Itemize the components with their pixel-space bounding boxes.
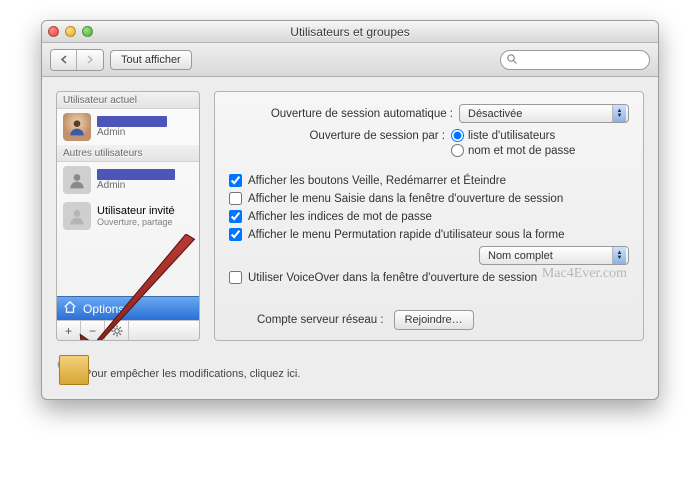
guest-user-sub: Ouverture, partage: [97, 217, 193, 227]
net-server-row: Compte serveur réseau : Rejoindre…: [229, 310, 629, 330]
toolbar: Tout afficher: [42, 43, 658, 77]
search-field-wrap: [500, 50, 650, 70]
chk-fastswitch[interactable]: [229, 228, 242, 241]
lock-bar[interactable]: Pour empêcher les modifications, cliquez…: [42, 355, 658, 399]
join-button[interactable]: Rejoindre…: [394, 310, 474, 330]
chk-sleep[interactable]: [229, 174, 242, 187]
auto-login-row: Ouverture de session automatique : Désac…: [229, 104, 629, 123]
other-user-name-redacted: [97, 169, 175, 180]
fastswitch-select[interactable]: Nom complet ▲▼: [479, 246, 629, 265]
current-user-row[interactable]: Admin: [57, 109, 199, 145]
net-server-label: Compte serveur réseau :: [257, 314, 384, 326]
chk-fastswitch-row[interactable]: Afficher le menu Permutation rapide d'ut…: [229, 228, 629, 241]
login-by-label: Ouverture de session par :: [229, 129, 445, 142]
current-user-role: Admin: [97, 127, 193, 138]
section-other-users: Autres utilisateurs: [57, 145, 199, 162]
chevron-left-icon: [60, 55, 68, 64]
chk-input[interactable]: [229, 192, 242, 205]
avatar: [63, 202, 91, 230]
current-user-name-redacted: [97, 116, 167, 127]
chevron-updown-icon: ▲▼: [612, 247, 626, 264]
user-sidebar: Utilisateur actuel Admin Autres utilisat…: [56, 91, 200, 341]
fastswitch-value: Nom complet: [488, 250, 553, 262]
auto-login-select[interactable]: Désactivée ▲▼: [459, 104, 629, 123]
search-input[interactable]: [500, 50, 650, 70]
chevron-right-icon: [86, 55, 94, 64]
radio-name-pw-input[interactable]: [451, 144, 464, 157]
radio-name-pw[interactable]: nom et mot de passe: [451, 144, 629, 157]
other-user-row[interactable]: Admin: [57, 162, 199, 198]
chk-sleep-row[interactable]: Afficher les boutons Veille, Redémarrer …: [229, 174, 629, 187]
other-user-role: Admin: [97, 180, 193, 191]
chk-hints-row[interactable]: Afficher les indices de mot de passe: [229, 210, 629, 223]
options-panel: Ouverture de session automatique : Désac…: [214, 91, 644, 341]
guest-user-name: Utilisateur invité: [97, 205, 193, 217]
titlebar: Utilisateurs et groupes: [42, 21, 658, 43]
chk-input-row[interactable]: Afficher le menu Saisie dans la fenêtre …: [229, 192, 629, 205]
auto-login-value: Désactivée: [468, 108, 522, 120]
zoom-icon[interactable]: [82, 26, 93, 37]
show-all-button[interactable]: Tout afficher: [110, 50, 192, 70]
radio-user-list[interactable]: liste d'utilisateurs: [451, 129, 629, 142]
arrow-annotation-area: [57, 234, 199, 296]
body: Utilisateur actuel Admin Autres utilisat…: [42, 77, 658, 355]
traffic-lights: [48, 26, 93, 37]
section-current-user: Utilisateur actuel: [57, 92, 199, 109]
close-icon[interactable]: [48, 26, 59, 37]
watermark: Mac4Ever.com: [542, 266, 627, 282]
minimize-icon[interactable]: [65, 26, 76, 37]
radio-user-list-input[interactable]: [451, 129, 464, 142]
login-by-row: Ouverture de session par : liste d'utili…: [229, 129, 629, 157]
lock-text: Pour empêcher les modifications, cliquez…: [84, 368, 300, 380]
window-title: Utilisateurs et groupes: [42, 25, 658, 39]
nav-segmented: [50, 49, 104, 71]
preferences-window: Utilisateurs et groupes Tout afficher Ut…: [41, 20, 659, 400]
lock-open-icon: [58, 363, 76, 385]
chk-hints[interactable]: [229, 210, 242, 223]
back-button[interactable]: [51, 50, 77, 70]
auto-login-label: Ouverture de session automatique :: [229, 108, 453, 120]
guest-user-row[interactable]: Utilisateur invité Ouverture, partage: [57, 198, 199, 234]
search-icon: [506, 53, 518, 68]
forward-button[interactable]: [77, 50, 103, 70]
avatar: [63, 166, 91, 194]
arrow-icon: [57, 234, 200, 341]
avatar: [63, 113, 91, 141]
chevron-updown-icon: ▲▼: [612, 105, 626, 122]
chk-voiceover[interactable]: [229, 271, 242, 284]
